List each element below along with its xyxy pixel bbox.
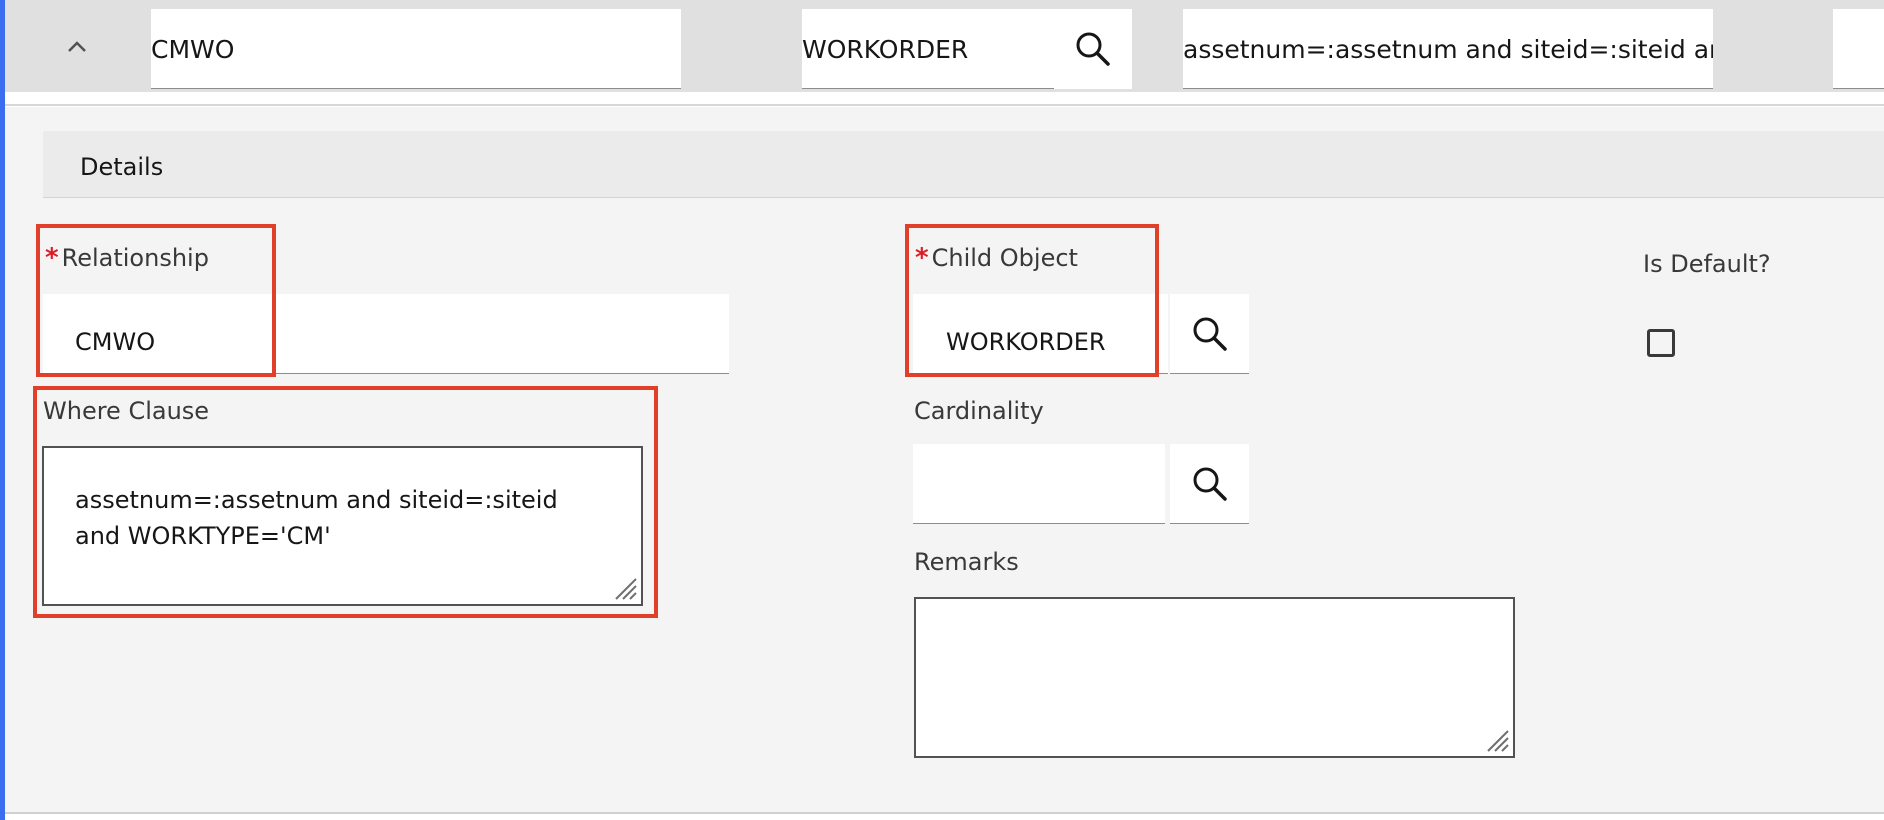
relationship-label: * Relationship [45,243,209,273]
details-panel: Details * Relationship CMWO Where Clause … [5,107,1884,812]
resize-grip-icon[interactable] [1484,727,1510,753]
required-marker: * [45,243,59,273]
collapse-row-button[interactable] [57,26,97,66]
row-relationship-field[interactable]: CMWO [151,9,681,89]
child-object-value: WORKORDER [946,328,1106,356]
child-object-label: * Child Object [915,243,1078,273]
row-child-object-lookup-button[interactable] [1054,9,1132,89]
relationship-table-row[interactable]: CMWO WORKORDER assetnum=:assetnum and si… [5,0,1884,92]
row-child-object-value: WORKORDER [802,35,969,64]
is-default-checkbox[interactable] [1647,329,1675,357]
search-icon [1193,317,1227,351]
details-section-title: Details [80,153,164,181]
search-icon [1076,32,1110,66]
child-object-lookup-button[interactable] [1170,294,1249,374]
cardinality-input[interactable] [913,444,1165,524]
chevron-up-icon [68,41,86,52]
is-default-label: Is Default? [1643,250,1771,278]
cardinality-label: Cardinality [914,397,1044,425]
child-object-input[interactable]: WORKORDER [913,294,1168,374]
row-where-clause-value: assetnum=:assetnum and siteid=:siteid an… [1183,35,1713,64]
row-divider [5,104,1884,106]
row-child-object-field[interactable]: WORKORDER [802,9,1057,89]
bottom-divider [5,812,1884,814]
row-relationship-value: CMWO [151,35,235,64]
row-where-clause-field[interactable]: assetnum=:assetnum and siteid=:siteid an… [1183,9,1713,89]
relationship-input[interactable]: CMWO [43,294,729,374]
remarks-textarea[interactable] [914,597,1515,758]
relationship-value: CMWO [75,328,156,356]
required-marker: * [915,243,929,273]
cardinality-lookup-button[interactable] [1170,444,1249,524]
resize-grip-icon[interactable] [612,575,638,601]
details-section-header[interactable]: Details [43,131,1884,198]
row-next-field[interactable] [1833,9,1884,89]
remarks-label: Remarks [914,548,1019,576]
where-clause-textarea[interactable]: assetnum=:assetnum and siteid=:siteid an… [42,446,643,606]
where-clause-value: assetnum=:assetnum and siteid=:siteid an… [75,486,558,550]
where-clause-label: Where Clause [43,397,210,425]
search-icon [1193,467,1227,501]
